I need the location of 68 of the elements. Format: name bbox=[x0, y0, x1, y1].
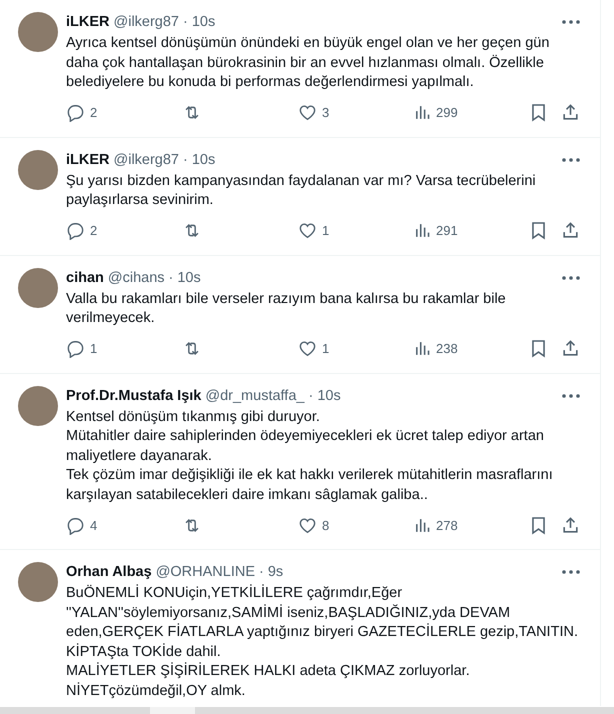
like-count: 1 bbox=[322, 223, 330, 238]
share-icon[interactable] bbox=[561, 339, 580, 358]
bookmark-icon[interactable] bbox=[530, 339, 547, 358]
avatar-photo-placeholder[interactable] bbox=[18, 386, 58, 426]
bar-chart-icon[interactable] bbox=[414, 222, 431, 239]
view-count: 291 bbox=[436, 223, 458, 238]
like-count: 1 bbox=[322, 341, 330, 356]
heart-icon[interactable] bbox=[298, 516, 317, 534]
author-name[interactable]: iLKER bbox=[66, 152, 110, 168]
avatar-photo-placeholder[interactable] bbox=[18, 268, 58, 308]
author-handle[interactable]: @cihans bbox=[108, 270, 165, 286]
bookmark-icon[interactable] bbox=[530, 516, 547, 534]
tweet-text: Kentsel dönüşüm tıkanmış gibi duruyor. Mütahitler daire sahiplerinden ödeyemiyecekleri ek ücret talep ediyor artan maliyetlere dayanarak. Tek çözüm imar değişikliği ile ek kat hakkı verilerek mütahitlerin masraflarını karşılayan satabilecekleri daire imkanı sâglamak galiba.. bbox=[66, 408, 554, 504]
like-count: 3 bbox=[322, 105, 330, 120]
reply-icon[interactable] bbox=[66, 103, 85, 122]
reply-count: 4 bbox=[90, 518, 98, 532]
author-name[interactable]: iLKER bbox=[66, 14, 110, 30]
reply-count: 2 bbox=[90, 105, 98, 120]
share-icon[interactable] bbox=[561, 221, 580, 240]
bar-chart-icon[interactable] bbox=[414, 516, 431, 534]
author-handle[interactable]: @ORHANLINE bbox=[156, 564, 256, 580]
view-count: 278 bbox=[436, 518, 458, 532]
separator-dot: · bbox=[183, 152, 188, 168]
timestamp[interactable]: 10s bbox=[192, 14, 216, 30]
bookmark-icon[interactable] bbox=[530, 221, 547, 240]
heart-icon[interactable] bbox=[298, 103, 317, 122]
share-icon[interactable] bbox=[561, 516, 580, 534]
bar-chart-icon[interactable] bbox=[414, 340, 431, 357]
avatar-photo-placeholder[interactable] bbox=[18, 150, 58, 190]
avatar-photo-placeholder[interactable] bbox=[18, 12, 58, 52]
reply-icon[interactable] bbox=[66, 516, 85, 534]
tweet-text: Valla bu rakamları bile verseler razıyım bana kalırsa bu rakamlar bile verilmeyecek. bbox=[66, 290, 507, 328]
author-name[interactable]: Orhan Albaş bbox=[66, 564, 152, 580]
reply-count: 1 bbox=[90, 341, 98, 356]
reply-icon[interactable] bbox=[66, 221, 85, 240]
bookmark-icon[interactable] bbox=[530, 103, 547, 122]
more-icon[interactable] bbox=[562, 394, 580, 398]
author-handle[interactable]: @ilkerg87 bbox=[114, 152, 179, 168]
author-handle[interactable]: @dr_mustaffa_ bbox=[205, 388, 304, 404]
tweet-text: Ayrıca kentsel dönüşümün önündeki en büyük engel olan ve her geçen gün daha çok hantallaşan bürokrasinin bir an evvel hızlanması olmalı. Özellikle belediyelere bu konuda bi performas değerlendirmesi yapılmalı. bbox=[66, 34, 550, 92]
tweet-text: Şu yarısı bizden kampanyasından faydalanan var mı? Varsa tecrübelerini paylaşırlarsa sevinirim. bbox=[66, 172, 537, 210]
more-icon[interactable] bbox=[562, 276, 580, 280]
more-icon[interactable] bbox=[562, 158, 580, 162]
reply-count: 2 bbox=[90, 223, 98, 238]
separator-dot: · bbox=[308, 388, 314, 404]
more-icon[interactable] bbox=[562, 20, 580, 24]
timestamp[interactable]: 9s bbox=[268, 564, 284, 580]
heart-icon[interactable] bbox=[298, 221, 317, 240]
timestamp[interactable]: 10s bbox=[177, 270, 201, 286]
timestamp[interactable]: 10s bbox=[192, 152, 216, 168]
horizontal-scrollbar[interactable] bbox=[0, 707, 614, 714]
bar-chart-icon[interactable] bbox=[414, 104, 431, 121]
like-count: 8 bbox=[322, 518, 330, 532]
avatar-photo-placeholder[interactable] bbox=[18, 562, 58, 602]
separator-dot: · bbox=[183, 14, 188, 30]
author-name[interactable]: cihan bbox=[66, 270, 104, 286]
author-name[interactable]: Prof.Dr.Mustafa Işık bbox=[66, 388, 202, 404]
separator-dot: · bbox=[168, 270, 174, 286]
timestamp[interactable]: 10s bbox=[317, 388, 341, 404]
author-handle[interactable]: @ilkerg87 bbox=[114, 14, 179, 30]
view-count: 238 bbox=[436, 341, 458, 356]
more-icon[interactable] bbox=[562, 570, 580, 574]
heart-icon[interactable] bbox=[298, 339, 317, 358]
share-icon[interactable] bbox=[561, 103, 580, 122]
view-count: 299 bbox=[436, 105, 458, 120]
separator-dot: · bbox=[259, 564, 264, 580]
tweet-text: BuÖNEMLİ KONUiçin,YETKİLİLERE çağrımdır,Eğer ''YALAN''söylemiyorsanız,SAMİMİ iseniz,BAŞLADIĞINIZ,yda DEVAM eden,GERÇEK FİATLARLA yaptığınız biryeri GAZETECİLERLE gezip,TANITIN. KİPTAŞta TOKİde dahil. MALİYETLER ŞİŞİRİLEREK HALKI adeta ÇIKMAZ zorluyorlar. NİYETçözümdeğil,OY almk. bbox=[66, 584, 579, 700]
reply-icon[interactable] bbox=[66, 339, 85, 358]
